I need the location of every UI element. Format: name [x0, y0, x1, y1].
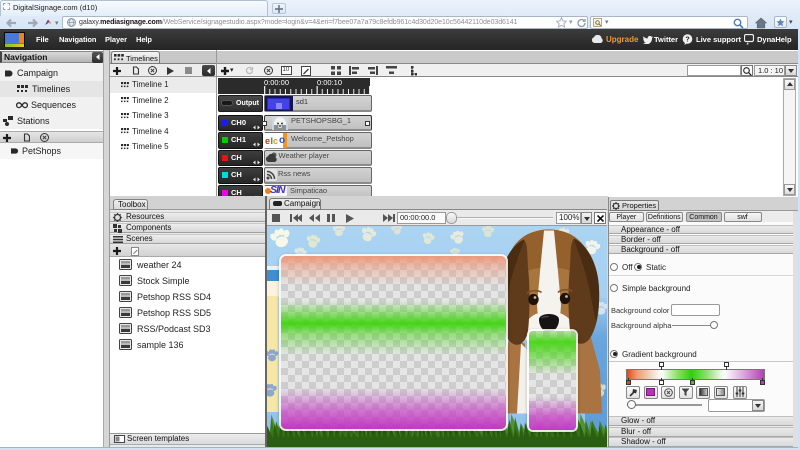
svg-text:?: ?: [685, 37, 689, 44]
